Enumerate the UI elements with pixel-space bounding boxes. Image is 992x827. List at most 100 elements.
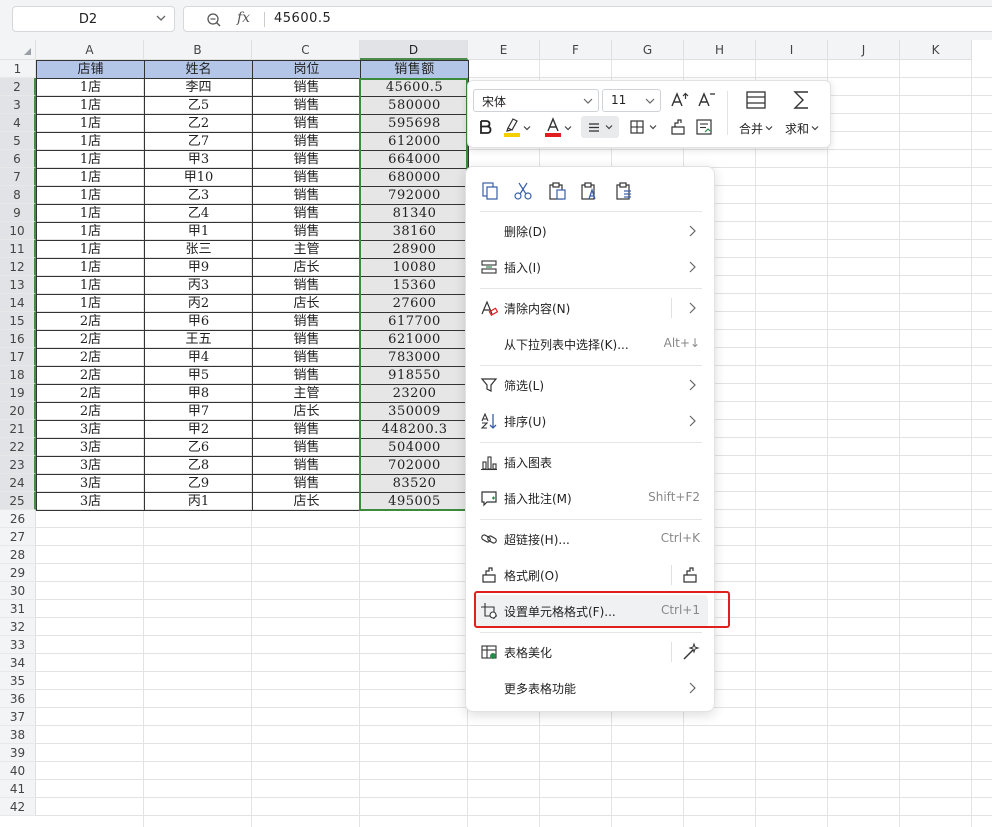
table-cell[interactable]: 1店: [36, 294, 145, 313]
row-header[interactable]: 14: [0, 294, 36, 312]
row-header[interactable]: 32: [0, 618, 36, 636]
row-header[interactable]: 17: [0, 348, 36, 366]
row-header[interactable]: 25: [0, 492, 36, 510]
paste-text-icon[interactable]: [579, 181, 599, 201]
sales-cell[interactable]: 702000: [360, 456, 469, 475]
fx-icon[interactable]: fx: [237, 10, 250, 26]
row-header[interactable]: 5: [0, 132, 36, 150]
zoom-icon[interactable]: [206, 12, 222, 28]
table-cell[interactable]: 2店: [36, 384, 145, 403]
sales-cell[interactable]: 680000: [360, 168, 469, 187]
row-header[interactable]: 36: [0, 690, 36, 708]
row-header[interactable]: 22: [0, 438, 36, 456]
row-header[interactable]: 3: [0, 96, 36, 114]
menu-item-insert[interactable]: 插入(I): [474, 251, 708, 283]
sum-button[interactable]: [790, 88, 814, 112]
table-cell[interactable]: 3店: [36, 420, 145, 439]
table-cell[interactable]: 销售: [252, 420, 361, 439]
font-size-select[interactable]: 11: [602, 89, 661, 112]
paste-icon[interactable]: [547, 181, 567, 201]
table-cell[interactable]: 王五: [144, 330, 253, 349]
font-name-select[interactable]: 宋体: [473, 89, 599, 112]
row-header[interactable]: 29: [0, 564, 36, 582]
bold-button[interactable]: [476, 117, 494, 137]
sales-cell[interactable]: 504000: [360, 438, 469, 457]
row-header[interactable]: 18: [0, 366, 36, 384]
cell-format-button[interactable]: [693, 116, 715, 138]
copy-icon[interactable]: [480, 181, 500, 201]
decrease-font-size-button[interactable]: [695, 89, 717, 111]
table-cell[interactable]: 甲3: [144, 150, 253, 169]
menu-item-delete[interactable]: 删除(D): [474, 215, 708, 247]
table-cell[interactable]: 乙9: [144, 474, 253, 493]
row-header[interactable]: 11: [0, 240, 36, 258]
column-header-f[interactable]: F: [540, 40, 612, 60]
table-cell[interactable]: 乙3: [144, 186, 253, 205]
menu-item-pick-from-list[interactable]: 从下拉列表中选择(K)... Alt+↓: [474, 328, 708, 360]
table-cell[interactable]: 销售: [252, 438, 361, 457]
row-header[interactable]: 21: [0, 420, 36, 438]
column-header-h[interactable]: H: [684, 40, 756, 60]
table-cell[interactable]: 1店: [36, 150, 145, 169]
table-cell[interactable]: 张三: [144, 240, 253, 259]
table-cell[interactable]: 乙2: [144, 114, 253, 133]
formula-value[interactable]: 45600.5: [274, 11, 331, 26]
table-cell[interactable]: 1店: [36, 186, 145, 205]
formula-input-box[interactable]: fx 45600.5: [183, 6, 992, 32]
table-cell[interactable]: 销售: [252, 150, 361, 169]
table-cell[interactable]: 1店: [36, 78, 145, 97]
table-cell[interactable]: 甲2: [144, 420, 253, 439]
column-header-g[interactable]: G: [612, 40, 684, 60]
sales-cell[interactable]: 664000: [360, 150, 469, 169]
column-header-e[interactable]: E: [468, 40, 540, 60]
merge-label[interactable]: 合并: [739, 120, 763, 137]
row-header[interactable]: 30: [0, 582, 36, 600]
sales-cell[interactable]: 45600.5: [360, 78, 469, 97]
menu-item-table-beautify[interactable]: 表格美化: [474, 636, 708, 668]
table-cell[interactable]: 1店: [36, 168, 145, 187]
column-header-i[interactable]: I: [756, 40, 828, 60]
format-painter-icon[interactable]: [680, 565, 700, 585]
table-cell[interactable]: 销售: [252, 330, 361, 349]
row-header[interactable]: 20: [0, 402, 36, 420]
row-header[interactable]: 23: [0, 456, 36, 474]
header-cell[interactable]: 岗位: [252, 60, 361, 79]
table-cell[interactable]: 销售: [252, 78, 361, 97]
sales-cell[interactable]: 580000: [360, 96, 469, 115]
sales-cell[interactable]: 350009: [360, 402, 469, 421]
row-header[interactable]: 13: [0, 276, 36, 294]
increase-font-size-button[interactable]: [668, 89, 690, 111]
table-cell[interactable]: 丙3: [144, 276, 253, 295]
row-header[interactable]: 26: [0, 510, 36, 528]
row-header[interactable]: 38: [0, 726, 36, 744]
row-header[interactable]: 8: [0, 186, 36, 204]
table-cell[interactable]: 销售: [252, 276, 361, 295]
header-cell[interactable]: 销售额: [360, 60, 469, 79]
row-header[interactable]: 2: [0, 78, 36, 96]
table-cell[interactable]: 1店: [36, 132, 145, 151]
table-cell[interactable]: 3店: [36, 492, 145, 511]
column-header-k[interactable]: K: [900, 40, 972, 60]
highlight-color-button[interactable]: [502, 116, 522, 138]
format-painter-button[interactable]: [667, 116, 689, 138]
table-cell[interactable]: 1店: [36, 204, 145, 223]
table-cell[interactable]: 销售: [252, 96, 361, 115]
table-cell[interactable]: 甲6: [144, 312, 253, 331]
sales-cell[interactable]: 10080: [360, 258, 469, 277]
table-cell[interactable]: 主管: [252, 384, 361, 403]
menu-item-filter[interactable]: 筛选(L): [474, 369, 708, 401]
table-cell[interactable]: 甲5: [144, 366, 253, 385]
table-cell[interactable]: 销售: [252, 114, 361, 133]
row-header[interactable]: 35: [0, 672, 36, 690]
column-header-b[interactable]: B: [144, 40, 252, 60]
menu-item-hyperlink[interactable]: 超链接(H)... Ctrl+K: [474, 523, 708, 555]
table-cell[interactable]: 店长: [252, 294, 361, 313]
table-cell[interactable]: 店长: [252, 258, 361, 277]
row-header[interactable]: 37: [0, 708, 36, 726]
table-cell[interactable]: 丙1: [144, 492, 253, 511]
sales-cell[interactable]: 612000: [360, 132, 469, 151]
table-cell[interactable]: 2店: [36, 402, 145, 421]
menu-item-format-painter[interactable]: 格式刷(O): [474, 559, 708, 591]
chevron-down-icon[interactable]: [154, 11, 168, 25]
table-cell[interactable]: 甲8: [144, 384, 253, 403]
